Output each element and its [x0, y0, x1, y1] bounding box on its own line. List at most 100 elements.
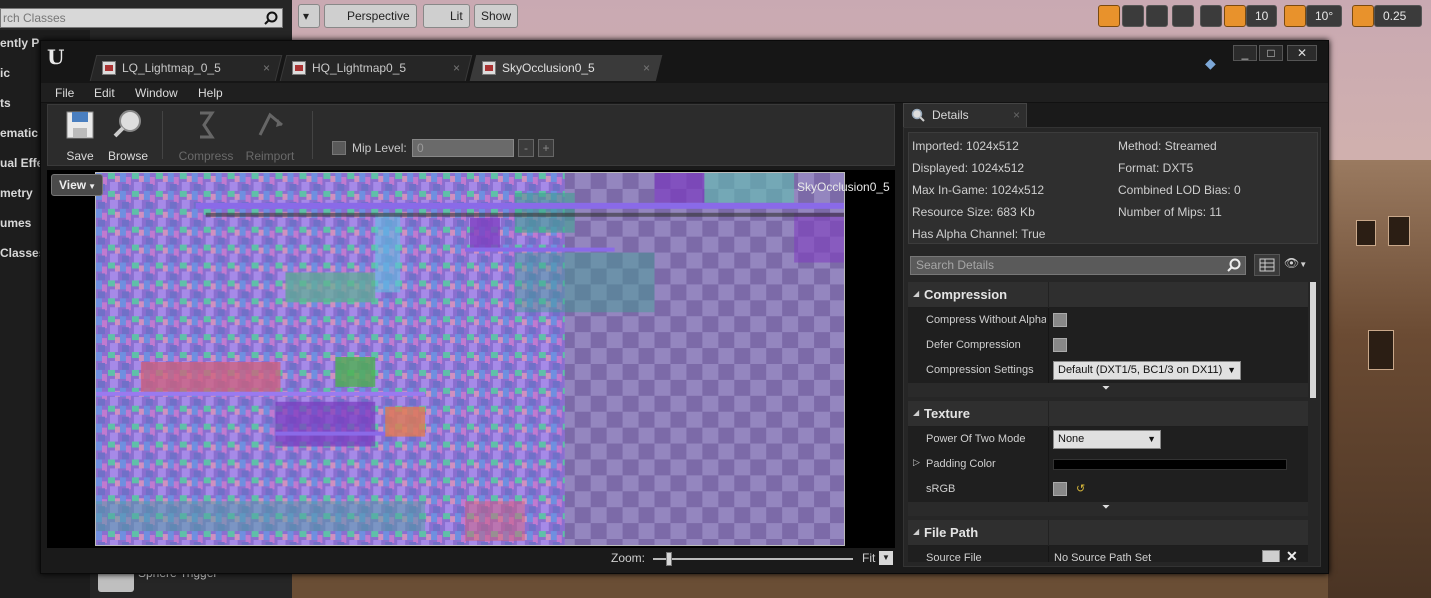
- mip-plus-button[interactable]: +: [538, 139, 554, 157]
- tab-sky-occlusion[interactable]: SkyOcclusion0_5 ×: [469, 55, 663, 81]
- prop-label: sRGB: [926, 483, 956, 495]
- tab-close-icon[interactable]: ×: [643, 56, 650, 80]
- info-lod-bias: Combined LOD Bias: 0: [1118, 183, 1241, 197]
- fit-dropdown-button[interactable]: ▼: [879, 551, 893, 565]
- view-label: View: [59, 178, 87, 192]
- texture-viewport[interactable]: SkyOcclusion0_5 View ▼: [47, 170, 895, 548]
- rotation-snap-value[interactable]: 10°: [1306, 5, 1343, 27]
- compress-icon: [200, 111, 215, 139]
- tutorial-hat-icon[interactable]: ◆: [1205, 55, 1223, 71]
- scale-mode-icon[interactable]: [1146, 5, 1168, 27]
- padding-color-swatch[interactable]: [1053, 459, 1287, 470]
- reimport-button[interactable]: Reimport: [240, 107, 302, 165]
- viewport-options-button[interactable]: ▾: [298, 4, 320, 28]
- property-matrix-button[interactable]: [1254, 254, 1280, 276]
- browse-label: Browse: [107, 149, 148, 163]
- menu-help[interactable]: Help: [198, 86, 223, 100]
- info-imported: Imported: 1024x512: [912, 139, 1019, 153]
- defer-compression-checkbox[interactable]: [1053, 338, 1067, 352]
- tab-details[interactable]: Details ×: [903, 103, 1027, 127]
- power-of-two-dropdown[interactable]: None ▼: [1053, 430, 1161, 449]
- browse-button[interactable]: Browse: [98, 107, 158, 165]
- eye-icon: 👁: [1284, 256, 1300, 270]
- grid-size-value[interactable]: 10: [1246, 5, 1278, 27]
- browse-file-button[interactable]: [1262, 550, 1280, 562]
- close-icon[interactable]: ×: [1013, 104, 1020, 126]
- mip-level-label: Mip Level:: [352, 141, 407, 155]
- expand-arrow-icon[interactable]: ▷: [913, 457, 920, 468]
- compress-without-alpha-checkbox[interactable]: [1053, 313, 1067, 327]
- texture-info: Imported: 1024x512 Displayed: 1024x512 M…: [908, 132, 1318, 244]
- unreal-logo-icon: U: [47, 45, 65, 69]
- perspective-button[interactable]: Perspective: [324, 4, 417, 28]
- rotation-snap-icon[interactable]: [1284, 5, 1306, 27]
- minimize-button[interactable]: _: [1233, 45, 1257, 61]
- lit-button[interactable]: Lit: [423, 4, 470, 28]
- advanced-expander[interactable]: ⏷: [908, 502, 1308, 516]
- menu-file[interactable]: File: [55, 86, 74, 100]
- toolbar-separator: [162, 111, 163, 159]
- menu-edit[interactable]: Edit: [94, 86, 115, 100]
- expand-arrow-icon: ⏷: [1102, 383, 1110, 394]
- tab-hq-lightmap[interactable]: HQ_Lightmap0_5 ×: [279, 55, 473, 81]
- texture-asset-icon: [102, 61, 116, 75]
- tab-label: LQ_Lightmap_0_5: [122, 61, 221, 75]
- details-scrollbar[interactable]: [1310, 282, 1316, 398]
- reset-to-default-icon[interactable]: ↺: [1076, 482, 1085, 495]
- view-options-button[interactable]: View ▼: [51, 174, 103, 196]
- advanced-expander[interactable]: ⏷: [908, 383, 1308, 397]
- grid-snap-icon[interactable]: [1224, 5, 1246, 27]
- rotate-mode-icon[interactable]: [1122, 5, 1144, 27]
- prop-compress-without-alpha: Compress Without Alpha: [908, 308, 1308, 333]
- tab-lq-lightmap[interactable]: LQ_Lightmap_0_5 ×: [89, 55, 283, 81]
- translate-mode-icon[interactable]: [1098, 5, 1120, 27]
- column-divider: [1048, 282, 1049, 308]
- show-label: Show: [481, 9, 512, 23]
- scale-snap-icon[interactable]: [1352, 5, 1374, 27]
- zoom-slider-track[interactable]: [653, 558, 853, 560]
- tab-close-icon[interactable]: ×: [453, 56, 460, 80]
- scale-snap-value[interactable]: 0.25: [1374, 5, 1422, 27]
- column-divider: [1048, 358, 1049, 383]
- column-divider: [1048, 427, 1049, 452]
- mip-minus-button[interactable]: -: [518, 139, 534, 157]
- category-texture[interactable]: ◢ Texture: [908, 401, 1308, 427]
- details-panel: Imported: 1024x512 Displayed: 1024x512 M…: [903, 127, 1321, 567]
- clear-icon[interactable]: ✕: [1286, 548, 1298, 562]
- tab-close-icon[interactable]: ×: [263, 56, 270, 80]
- column-divider: [1048, 308, 1049, 333]
- compress-button[interactable]: Compress: [176, 107, 236, 165]
- prop-label: Compress Without Alpha: [926, 314, 1046, 326]
- menu-bar: File Edit Window Help: [41, 83, 1328, 103]
- lit-label: Lit: [450, 9, 463, 23]
- toolbar-separator: [312, 111, 313, 159]
- dropdown-value: None: [1058, 433, 1085, 445]
- world-local-icon[interactable]: [1172, 5, 1194, 27]
- window-titlebar[interactable]: U LQ_Lightmap_0_5 × HQ_Lightmap0_5 × Sky…: [41, 41, 1328, 83]
- srgb-checkbox[interactable]: [1053, 482, 1067, 496]
- maximize-button[interactable]: □: [1259, 45, 1283, 61]
- surface-snap-icon[interactable]: [1200, 5, 1222, 27]
- view-options-eye-button[interactable]: 👁▼: [1284, 256, 1314, 274]
- info-displayed: Displayed: 1024x512: [912, 161, 1025, 175]
- menu-window[interactable]: Window: [135, 86, 178, 100]
- mip-level-input[interactable]: 0: [412, 139, 514, 157]
- prop-power-of-two-mode: Power Of Two Mode None ▼: [908, 427, 1308, 452]
- category-compression[interactable]: ◢ Compression: [908, 282, 1308, 308]
- collapse-arrow-icon: ◢: [913, 408, 920, 417]
- class-search-input[interactable]: rch Classes: [0, 8, 283, 28]
- close-window-button[interactable]: ✕: [1287, 45, 1317, 61]
- texture-editor-window: U LQ_Lightmap_0_5 × HQ_Lightmap0_5 × Sky…: [40, 40, 1329, 574]
- class-search-placeholder: rch Classes: [3, 11, 66, 25]
- zoom-slider-thumb[interactable]: [666, 552, 672, 566]
- mip-level-checkbox[interactable]: [332, 141, 346, 155]
- building-window: [1388, 216, 1410, 246]
- texture-toolbar: Save Browse Compress Reimport Mip Level:…: [47, 104, 895, 166]
- category-file-path[interactable]: ◢ File Path: [908, 520, 1308, 546]
- show-button[interactable]: Show: [474, 4, 519, 28]
- texture-asset-icon: [292, 61, 306, 75]
- prop-srgb: sRGB ↺: [908, 477, 1308, 502]
- search-details-input[interactable]: Search Details: [910, 256, 1246, 275]
- compression-settings-dropdown[interactable]: Default (DXT1/5, BC1/3 on DX11) ▼: [1053, 361, 1241, 380]
- viewport-building: [1328, 160, 1431, 598]
